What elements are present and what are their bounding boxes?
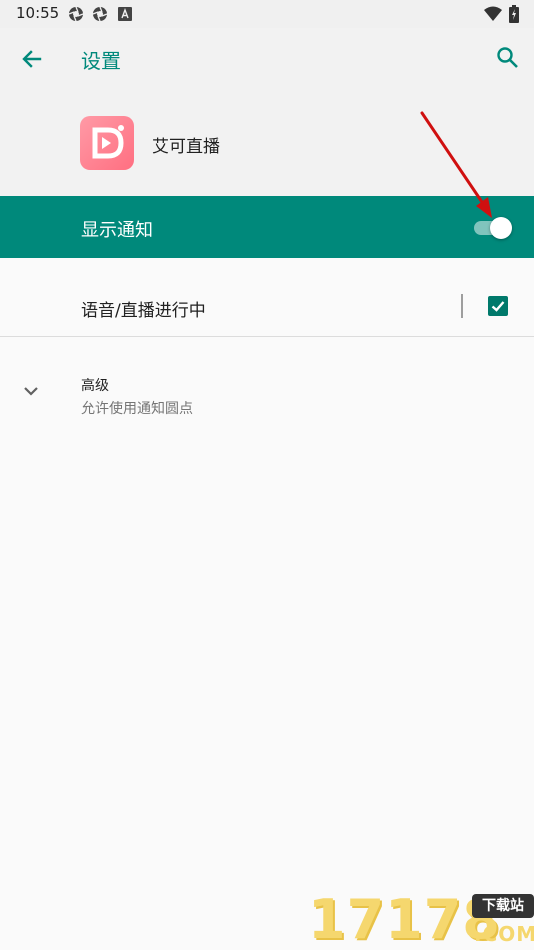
status-bar: 10:55 <box>0 0 534 28</box>
checkmark-icon <box>491 301 505 312</box>
watermark-badge: 下载站 <box>472 894 534 918</box>
search-icon[interactable] <box>494 44 522 72</box>
advanced-row[interactable]: 高级 允许使用通知圆点 <box>0 337 534 427</box>
page-title: 设置 <box>81 49 121 73</box>
chevron-down-icon <box>20 384 42 400</box>
show-notifications-label: 显示通知 <box>81 220 153 241</box>
vertical-divider <box>461 294 463 318</box>
wifi-icon <box>484 6 502 26</box>
annotation-arrow-icon <box>420 111 492 218</box>
back-arrow-icon[interactable] <box>18 45 46 73</box>
app-logo-icon <box>80 116 134 170</box>
app-bar: 设置 <box>0 28 534 90</box>
advanced-title: 高级 <box>81 378 109 394</box>
channel-row[interactable]: 语音/直播进行中 <box>0 258 534 336</box>
watermark-logo: 17178 下载站 .COM <box>308 888 534 950</box>
status-time: 10:55 <box>16 4 60 22</box>
app-name: 艾可直播 <box>152 137 220 157</box>
channel-label: 语音/直播进行中 <box>81 301 206 321</box>
battery-charging-icon <box>509 5 519 27</box>
aperture-icon <box>68 6 84 26</box>
watermark-domain: .COM <box>474 922 534 946</box>
aperture-icon <box>92 6 108 26</box>
channel-checkbox[interactable] <box>488 296 508 316</box>
advanced-subtitle: 允许使用通知圆点 <box>81 401 193 417</box>
a-badge-icon <box>118 6 132 25</box>
